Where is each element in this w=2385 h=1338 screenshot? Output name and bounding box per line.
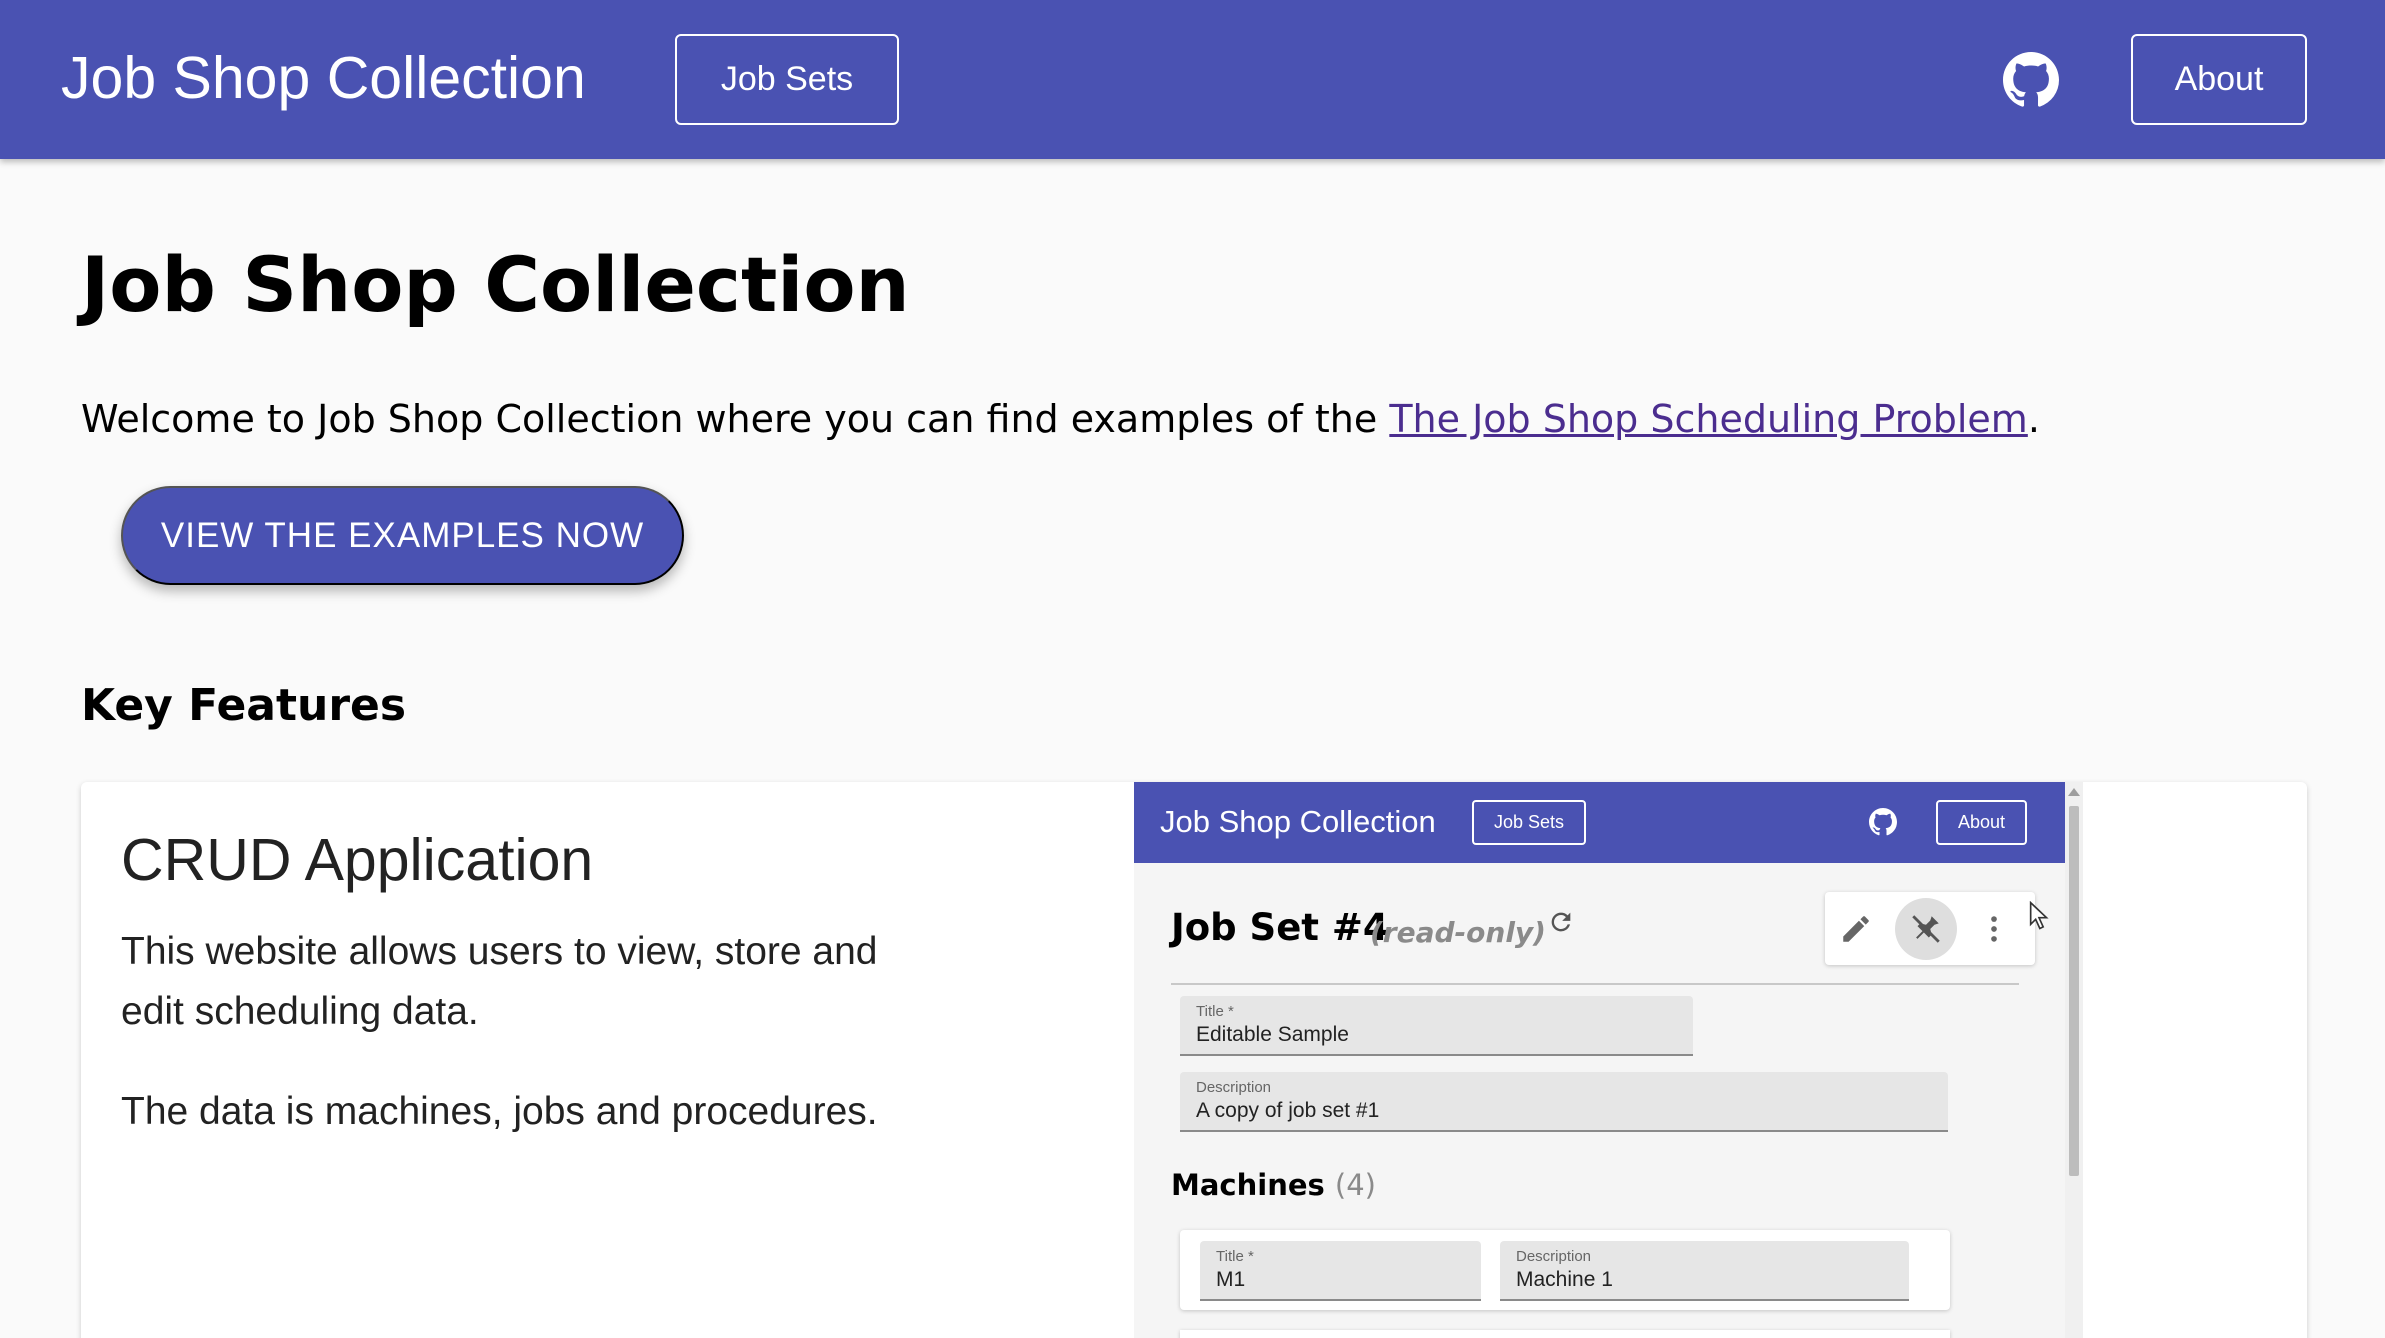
screenshot-scroll-thumb xyxy=(2069,806,2079,1176)
screenshot-machine-description-field: Description Machine 1 xyxy=(1500,1241,1909,1301)
key-features-heading: Key Features xyxy=(81,680,407,731)
view-examples-button[interactable]: VIEW THE EXAMPLES NOW xyxy=(121,486,684,585)
feature-card: CRUD Application This website allows use… xyxy=(81,782,2307,1338)
field-label: Description xyxy=(1516,1248,1592,1265)
field-value: Machine 1 xyxy=(1516,1268,1613,1291)
refresh-icon xyxy=(1551,912,1571,932)
screenshot-about-button: About xyxy=(1936,800,2027,845)
edit-icon xyxy=(1843,916,1869,942)
feature-card-paragraph-2: The data is machines, jobs and procedure… xyxy=(121,1090,878,1133)
field-value: A copy of job set #1 xyxy=(1196,1099,1380,1122)
app-bar: Job Shop Collection Job Sets About xyxy=(0,0,2385,159)
screenshot-job-sets-button: Job Sets xyxy=(1472,800,1586,845)
page-title: Job Shop Collection xyxy=(81,240,910,329)
screenshot-machines-heading: Machines (4) xyxy=(1171,1168,1376,1202)
screenshot-title-field: Title * Editable Sample xyxy=(1180,996,1693,1056)
field-label: Title * xyxy=(1216,1248,1254,1265)
screenshot-description-field: Description A copy of job set #1 xyxy=(1180,1072,1948,1132)
machines-label: Machines xyxy=(1171,1168,1325,1202)
field-label: Title * xyxy=(1196,1003,1234,1020)
screenshot-github-icon xyxy=(1869,808,1897,836)
pin-off-icon xyxy=(1912,915,1940,943)
field-label: Description xyxy=(1196,1079,1272,1096)
screenshot-read-only-label: (read-only) xyxy=(1370,916,1546,949)
screenshot-toolbar xyxy=(1825,892,2035,965)
screenshot-brand: Job Shop Collection xyxy=(1160,804,1436,839)
feature-screenshot: Job Shop Collection Job Sets About Job S… xyxy=(1134,782,2065,1338)
job-shop-problem-link[interactable]: The Job Shop Scheduling Problem xyxy=(1389,397,2028,441)
welcome-text: Welcome to Job Shop Collection where you… xyxy=(81,397,2040,441)
field-value: Editable Sample xyxy=(1196,1023,1349,1046)
field-value: M1 xyxy=(1216,1268,1246,1291)
more-vert-icon xyxy=(1991,916,1997,942)
feature-card-paragraph-1: This website allows users to view, store… xyxy=(121,930,878,1033)
brand-title[interactable]: Job Shop Collection xyxy=(61,44,586,112)
about-button[interactable]: About xyxy=(2131,34,2307,125)
job-sets-button[interactable]: Job Sets xyxy=(675,34,899,125)
screenshot-job-set-title: Job Set #4 xyxy=(1171,906,1389,949)
screenshot-divider xyxy=(1171,983,2019,985)
welcome-suffix: . xyxy=(2027,397,2040,441)
mouse-cursor-icon xyxy=(2029,901,2049,930)
welcome-prefix: Welcome to Job Shop Collection where you… xyxy=(81,397,1390,441)
screenshot-machine-title-field: Title * M1 xyxy=(1200,1241,1481,1301)
feature-card-title: CRUD Application xyxy=(121,827,594,893)
pin-off-button xyxy=(1895,898,1957,960)
scroll-up-arrow-icon xyxy=(2068,788,2080,796)
github-icon[interactable] xyxy=(2003,52,2059,108)
machines-count: (4) xyxy=(1334,1168,1376,1202)
screenshot-machine-card-2 xyxy=(1180,1330,1950,1338)
